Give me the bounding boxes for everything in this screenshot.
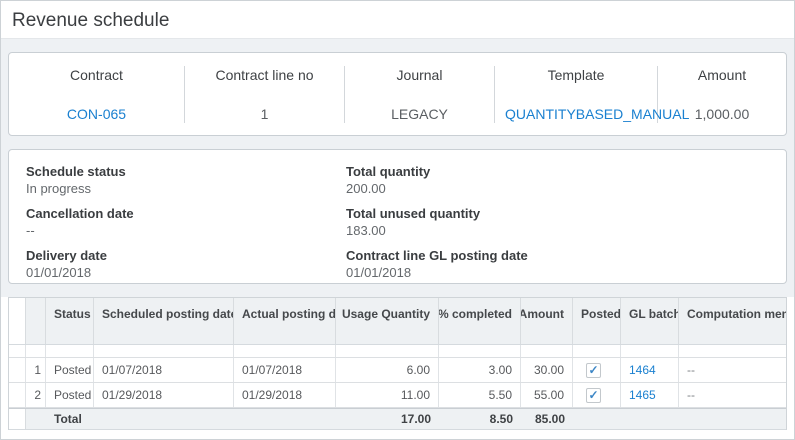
field-total-unused-quantity: Total unused quantity 183.00 — [346, 205, 769, 239]
total-usage-quantity: 17.00 — [336, 409, 439, 429]
field-contract-line-gl-posting-date: Contract line GL posting date 01/01/2018 — [346, 247, 769, 281]
schedule-table-section: Status Scheduled posting date Actual pos… — [1, 297, 794, 440]
contract-line-no-value: 1 — [195, 106, 334, 122]
template-link[interactable]: QUANTITYBASED_MANUAL — [505, 106, 647, 122]
header-status: Status — [46, 298, 94, 344]
field-cancellation-date: Cancellation date -- — [26, 205, 346, 239]
details-right-column: Total quantity 200.00 Total unused quant… — [346, 163, 769, 270]
posted-checkbox[interactable]: ✓ — [586, 363, 601, 378]
row-amount: 30.00 — [521, 358, 573, 382]
row-number: 1 — [26, 358, 46, 382]
header-scheduled-posting-date: Scheduled posting date — [94, 298, 234, 344]
row-usage-quantity: 6.00 — [336, 358, 439, 382]
row-amount: 55.00 — [521, 383, 573, 407]
amount-label: Amount — [668, 67, 776, 83]
contract-line-gl-posting-date-label: Contract line GL posting date — [346, 247, 769, 264]
row-number: 2 — [26, 383, 46, 407]
row-scheduled-posting-date: 01/29/2018 — [94, 383, 234, 407]
gl-batch-link[interactable]: 1464 — [629, 363, 656, 377]
total-quantity-label: Total quantity — [346, 163, 769, 180]
amount-value: 1,000.00 — [668, 106, 776, 122]
row-status: Posted — [46, 383, 94, 407]
field-schedule-status: Schedule status In progress — [26, 163, 346, 197]
header-usage-quantity: Usage Quantity — [336, 298, 439, 344]
row-handle — [9, 383, 26, 407]
row-pct-completed: 5.50 — [439, 383, 521, 407]
posted-checkbox[interactable]: ✓ — [586, 388, 601, 403]
title-bar: Revenue schedule — [1, 1, 794, 39]
delivery-date-label: Delivery date — [26, 247, 346, 264]
total-amount: 85.00 — [521, 409, 573, 429]
contract-line-gl-posting-date-value: 01/01/2018 — [346, 264, 769, 281]
header-posted: Posted — [573, 298, 621, 344]
summary-col-contract-line-no: Contract line no 1 — [185, 66, 345, 123]
table-row: 2 Posted 01/29/2018 01/29/2018 11.00 5.5… — [9, 383, 786, 408]
row-posted-cell: ✓ — [573, 383, 621, 407]
row-computation-memo: -- — [679, 358, 786, 382]
row-scheduled-posting-date: 01/07/2018 — [94, 358, 234, 382]
schedule-status-label: Schedule status — [26, 163, 346, 180]
schedule-status-value: In progress — [26, 180, 346, 197]
schedule-details-panel: Schedule status In progress Cancellation… — [8, 149, 787, 284]
row-gl-batch-cell: 1464 — [621, 358, 679, 382]
journal-label: Journal — [355, 67, 484, 83]
table-row: 1 Posted 01/07/2018 01/07/2018 6.00 3.00… — [9, 358, 786, 383]
contract-summary-band: Contract CON-065 Contract line no 1 Jour… — [8, 52, 787, 136]
contract-label: Contract — [19, 67, 174, 83]
summary-col-journal: Journal LEGACY — [345, 66, 495, 123]
header-handle-cell — [9, 298, 26, 344]
field-total-quantity: Total quantity 200.00 — [346, 163, 769, 197]
schedule-table: Status Scheduled posting date Actual pos… — [8, 297, 787, 430]
cancellation-date-value: -- — [26, 222, 346, 239]
row-computation-memo: -- — [679, 383, 786, 407]
row-pct-completed: 3.00 — [439, 358, 521, 382]
table-total-row: Total 17.00 8.50 85.00 — [9, 408, 786, 430]
total-pct-completed: 8.50 — [439, 409, 521, 429]
template-label: Template — [505, 67, 647, 83]
row-usage-quantity: 11.00 — [336, 383, 439, 407]
row-posted-cell: ✓ — [573, 358, 621, 382]
field-delivery-date: Delivery date 01/01/2018 — [26, 247, 346, 281]
total-unused-quantity-value: 183.00 — [346, 222, 769, 239]
header-amount: Amount — [521, 298, 573, 344]
contract-link[interactable]: CON-065 — [19, 106, 174, 122]
gl-batch-link[interactable]: 1465 — [629, 388, 656, 402]
revenue-schedule-page: Revenue schedule Contract CON-065 Contra… — [0, 0, 795, 440]
row-handle — [9, 358, 26, 382]
row-actual-posting-date: 01/29/2018 — [234, 383, 336, 407]
header-gl-batch: GL batch — [621, 298, 679, 344]
row-gl-batch-cell: 1465 — [621, 383, 679, 407]
details-left-column: Schedule status In progress Cancellation… — [26, 163, 346, 270]
contract-line-no-label: Contract line no — [195, 67, 334, 83]
check-icon: ✓ — [588, 389, 598, 401]
summary-col-contract: Contract CON-065 — [9, 66, 185, 123]
check-icon: ✓ — [588, 364, 598, 376]
page-title: Revenue schedule — [12, 10, 783, 32]
table-spacer-row — [9, 345, 786, 358]
header-pct-completed: % completed — [439, 298, 521, 344]
summary-col-amount: Amount 1,000.00 — [658, 66, 786, 123]
cancellation-date-label: Cancellation date — [26, 205, 346, 222]
total-label: Total — [46, 409, 94, 429]
delivery-date-value: 01/01/2018 — [26, 264, 346, 281]
header-computation-memo: Computation memo — [679, 298, 786, 344]
total-unused-quantity-label: Total unused quantity — [346, 205, 769, 222]
row-status: Posted — [46, 358, 94, 382]
total-quantity-value: 200.00 — [346, 180, 769, 197]
page-content: Contract CON-065 Contract line no 1 Jour… — [1, 39, 794, 440]
header-actual-posting-date: Actual posting date — [234, 298, 336, 344]
journal-value: LEGACY — [355, 106, 484, 122]
table-header-row: Status Scheduled posting date Actual pos… — [9, 298, 786, 345]
header-rownum-cell — [26, 298, 46, 344]
row-actual-posting-date: 01/07/2018 — [234, 358, 336, 382]
summary-col-template: Template QUANTITYBASED_MANUAL — [495, 66, 658, 123]
